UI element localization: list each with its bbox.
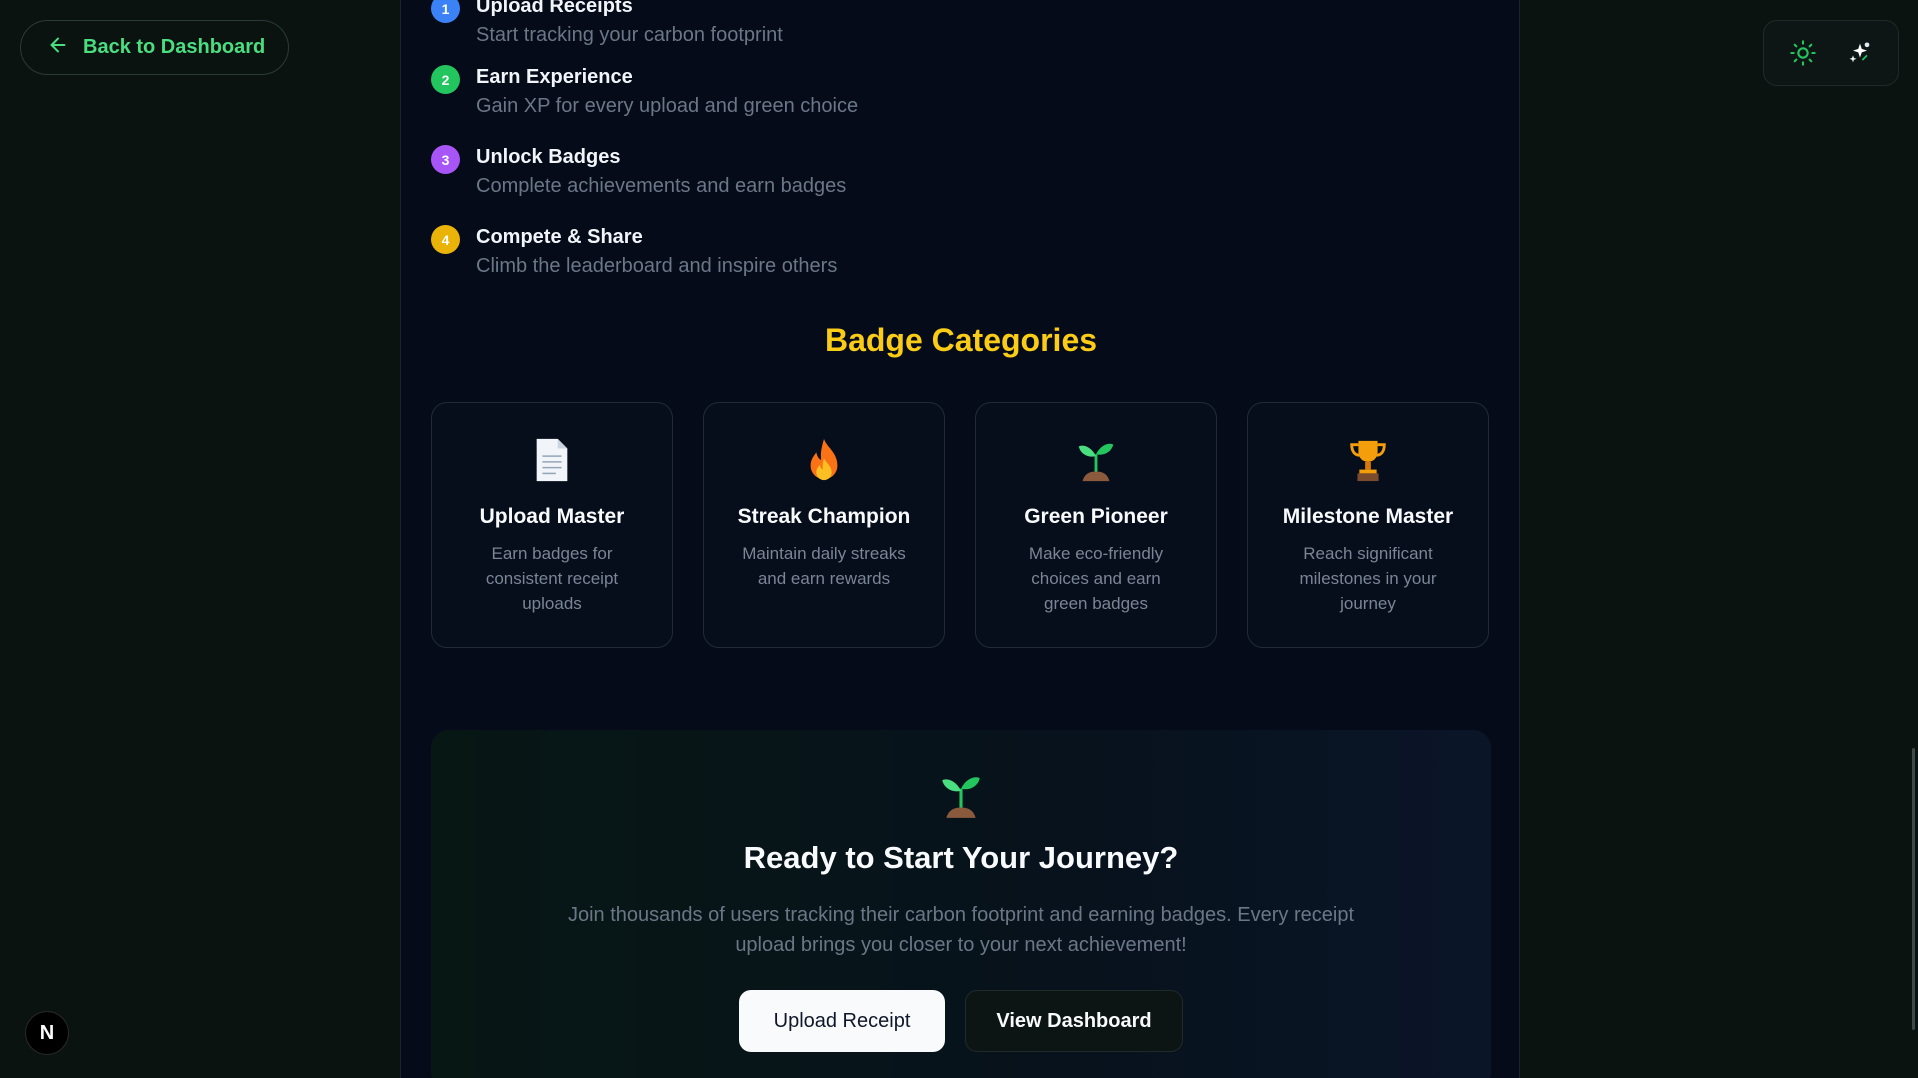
cta-title: Ready to Start Your Journey? — [743, 840, 1179, 875]
step-number: 1 — [431, 0, 460, 23]
step-desc: Gain XP for every upload and green choic… — [476, 95, 859, 117]
step-number: 3 — [431, 145, 460, 174]
card-title: Green Pioneer — [1024, 505, 1168, 528]
card-title: Milestone Master — [1282, 505, 1454, 528]
sun-icon[interactable] — [1781, 31, 1825, 75]
card-title: Upload Master — [479, 505, 625, 528]
document-icon — [432, 435, 672, 485]
trophy-icon — [1248, 435, 1488, 485]
cta-desc: Join thousands of users tracking their c… — [567, 904, 1354, 956]
seedling-icon — [976, 435, 1216, 485]
badge-card-upload-master: Upload Master Earn badges for consistent… — [431, 402, 673, 648]
step-upload-receipts: 1 Upload Receipts Start tracking your ca… — [431, 0, 783, 50]
cta-buttons: Upload Receipt View Dashboard — [431, 990, 1491, 1052]
step-compete-share: 4 Compete & Share Climb the leaderboard … — [431, 223, 837, 281]
page: Back to Dashboard 1 Upload Receipts Star… — [0, 0, 1918, 1078]
badge-categories-title: Badge Categories — [824, 322, 1098, 358]
card-desc: Make eco-friendly choices and earn green… — [1028, 544, 1164, 613]
top-right-controls — [1763, 20, 1899, 86]
arrow-left-icon — [47, 34, 69, 62]
step-title: Unlock Badges — [476, 146, 621, 168]
upload-receipt-button[interactable]: Upload Receipt — [739, 990, 945, 1052]
badge-card-green-pioneer: Green Pioneer Make eco-friendly choices … — [975, 402, 1217, 648]
badge-cards: Upload Master Earn badges for consistent… — [431, 402, 1489, 648]
card-desc: Earn badges for consistent receipt uploa… — [485, 544, 619, 613]
seedling-icon — [431, 770, 1491, 820]
step-title: Upload Receipts — [476, 0, 633, 17]
right-gutter — [1520, 0, 1918, 1078]
step-desc: Complete achievements and earn badges — [476, 175, 847, 197]
step-title: Earn Experience — [476, 66, 633, 88]
step-desc: Start tracking your carbon footprint — [476, 24, 783, 46]
card-title: Streak Champion — [737, 505, 911, 528]
badge-card-milestone-master: Milestone Master Reach significant miles… — [1247, 402, 1489, 648]
main-content: 1 Upload Receipts Start tracking your ca… — [400, 0, 1520, 1078]
step-number: 2 — [431, 65, 460, 94]
step-unlock-badges: 3 Unlock Badges Complete achievements an… — [431, 143, 846, 201]
step-desc: Climb the leaderboard and inspire others — [476, 255, 838, 277]
scrollbar-thumb[interactable] — [1912, 748, 1915, 1030]
sparkle-avatar-icon[interactable] — [1838, 31, 1882, 75]
badge-card-streak-champion: Streak Champion Maintain daily streaks a… — [703, 402, 945, 648]
left-gutter — [0, 0, 400, 1078]
step-earn-experience: 2 Earn Experience Gain XP for every uplo… — [431, 63, 858, 121]
step-title: Compete & Share — [476, 226, 643, 248]
back-to-dashboard-label: Back to Dashboard — [83, 36, 266, 58]
cta-panel: Ready to Start Your Journey? Join thousa… — [431, 730, 1491, 1078]
view-dashboard-button[interactable]: View Dashboard — [965, 990, 1183, 1052]
card-desc: Maintain daily streaks and earn rewards — [742, 544, 906, 588]
fire-icon — [704, 435, 944, 485]
step-number: 4 — [431, 225, 460, 254]
back-to-dashboard-button[interactable]: Back to Dashboard — [20, 20, 289, 75]
card-desc: Reach significant milestones in your jou… — [1299, 544, 1437, 613]
dev-indicator-badge[interactable]: N — [25, 1011, 69, 1055]
